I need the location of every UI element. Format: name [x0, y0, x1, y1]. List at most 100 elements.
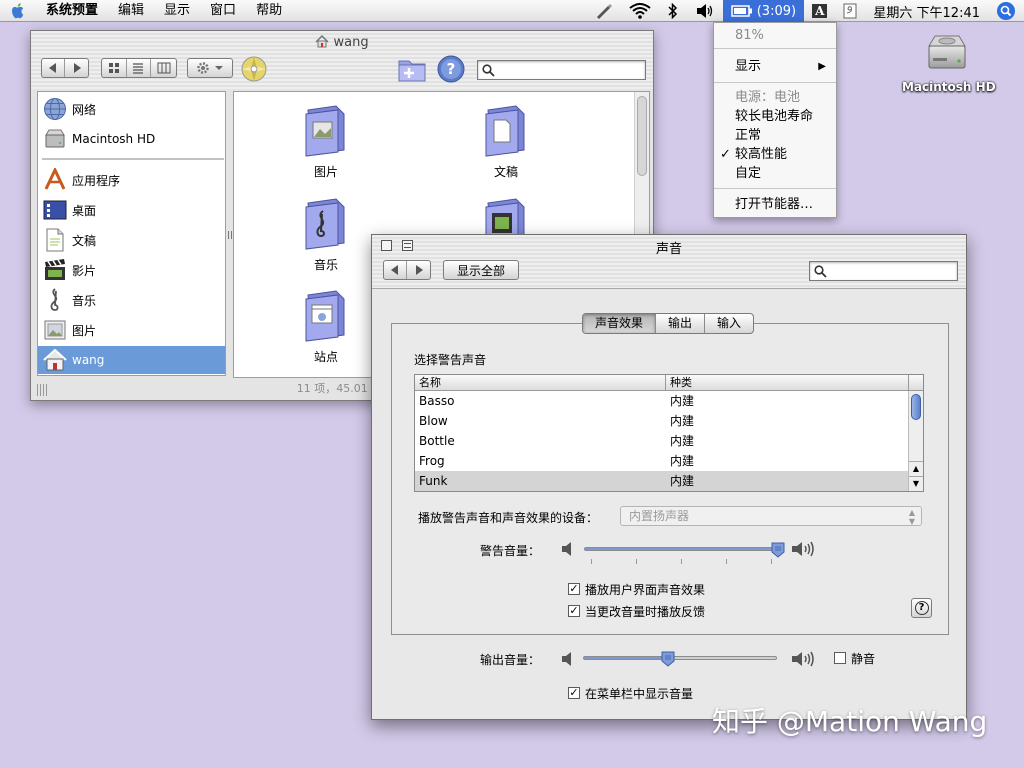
sidebar-item-home[interactable]: wang [38, 346, 225, 374]
menu-item-custom[interactable]: 自定 [714, 164, 836, 183]
mute-label[interactable]: 静音 [851, 650, 875, 667]
help-globe-icon[interactable]: ? [437, 55, 465, 83]
ui-effects-checkbox[interactable]: ✓ [568, 583, 580, 595]
menubar-clock[interactable]: 星期六 下午12:41 [865, 0, 988, 22]
show-all-button[interactable]: 显示全部 [443, 260, 519, 280]
view-mode-group [101, 58, 177, 78]
back-arrow-icon [49, 63, 56, 73]
cell-kind: 内建 [670, 454, 695, 468]
bluetooth-icon[interactable] [659, 0, 687, 22]
feedback-checkbox[interactable]: ✓ [568, 605, 580, 617]
sidebar-item-applications[interactable]: 应用程序 [38, 166, 225, 194]
sidebar-item-movies[interactable]: 影片 [38, 256, 225, 284]
table-row[interactable]: Blow 内建 [415, 411, 909, 431]
menu-help[interactable]: 帮助 [246, 0, 292, 22]
cell-kind: 内建 [670, 434, 695, 448]
scroll-thumb[interactable] [637, 96, 647, 176]
volume-icon[interactable] [687, 0, 723, 22]
wifi-icon[interactable] [621, 0, 659, 22]
search-icon [482, 64, 495, 77]
scroll-thumb[interactable] [911, 394, 921, 420]
music-note-icon [42, 287, 68, 313]
table-vertical-scrollbar[interactable]: ▲ ▼ [908, 391, 923, 491]
prefs-forward-button[interactable] [407, 261, 430, 279]
column-header-kind[interactable]: 种类 [670, 375, 692, 390]
column-header-divider [908, 375, 909, 390]
desktop-hd-icon[interactable]: Macintosh HD [902, 30, 996, 94]
menu-system-prefs[interactable]: 系统预置 [36, 0, 108, 22]
new-folder-icon[interactable] [395, 53, 429, 85]
cell-kind: 内建 [670, 394, 695, 408]
script-menu-icon[interactable] [587, 0, 621, 22]
folder-documents[interactable]: 文稿 [461, 102, 551, 180]
input-method-icon[interactable] [835, 0, 865, 22]
sound-window-title: 声音 [655, 242, 682, 257]
prefs-back-button[interactable] [384, 261, 407, 279]
tab-input[interactable]: 输入 [705, 314, 753, 333]
scroll-up-arrow-icon[interactable]: ▲ [909, 461, 923, 475]
action-menu-button[interactable] [187, 58, 233, 78]
output-volume-thumb[interactable] [661, 651, 675, 667]
play-device-value: 内置扬声器 [629, 509, 690, 523]
sidebar-item-music[interactable]: 音乐 [38, 286, 225, 314]
spotlight-icon[interactable] [988, 0, 1024, 22]
sidebar-item-documents[interactable]: 文稿 [38, 226, 225, 254]
search-icon [814, 265, 827, 278]
menu-item-better-performance[interactable]: ✓ 较高性能 [714, 145, 836, 164]
folder-sites[interactable]: 站点 [281, 287, 371, 365]
back-button[interactable] [42, 59, 65, 77]
battery-menu[interactable]: (3:09) [722, 0, 805, 22]
sidebar-item-network[interactable]: 网络 [38, 95, 225, 123]
sidebar-item-macintosh-hd[interactable]: Macintosh HD [38, 125, 225, 153]
sidebar-item-desktop[interactable]: 桌面 [38, 196, 225, 224]
folder-pictures[interactable]: 图片 [281, 102, 371, 180]
burn-disc-icon[interactable] [241, 56, 267, 82]
prefs-search-input[interactable] [809, 261, 958, 281]
forward-button[interactable] [65, 59, 88, 77]
tab-output[interactable]: 输出 [656, 314, 706, 333]
ui-effects-label[interactable]: 播放用户界面声音效果 [585, 581, 705, 598]
column-header-name[interactable]: 名称 [419, 375, 441, 390]
choose-alert-label: 选择警告声音 [414, 353, 487, 367]
input-menu-a[interactable]: A [804, 0, 835, 22]
sound-tab-bar: 声音效果 输出 输入 [582, 313, 755, 334]
sound-titlebar[interactable]: 声音 显示全部 [372, 235, 966, 289]
table-row[interactable]: Bottle 内建 [415, 431, 909, 451]
cell-name: Funk [419, 474, 448, 488]
tab-sound-effects[interactable]: 声音效果 [583, 314, 657, 333]
menu-window[interactable]: 窗口 [200, 0, 246, 22]
show-volume-menubar-checkbox[interactable]: ✓ [568, 687, 580, 699]
list-view-button[interactable] [127, 59, 152, 77]
column-view-button[interactable] [151, 59, 176, 77]
table-row[interactable]: Basso 内建 [415, 391, 909, 411]
scroll-down-arrow-icon[interactable]: ▼ [909, 476, 923, 490]
help-button[interactable]: ? [911, 598, 932, 618]
finder-search-input[interactable] [477, 60, 646, 80]
feedback-label[interactable]: 当更改音量时播放反馈 [585, 603, 705, 620]
resize-grip[interactable] [37, 384, 49, 396]
table-row[interactable]: Frog 内建 [415, 451, 909, 471]
finder-title-text: wang [333, 35, 369, 50]
menu-item-normal[interactable]: 正常 [714, 126, 836, 145]
output-volume-slider[interactable] [583, 656, 777, 660]
menu-view[interactable]: 显示 [154, 0, 200, 22]
sidebar-resize-handle[interactable] [228, 231, 232, 239]
power-source-label: 电源：电池 [735, 90, 801, 105]
picture-icon [42, 317, 68, 343]
alert-volume-thumb[interactable] [771, 542, 785, 558]
folder-music[interactable]: 音乐 [281, 195, 371, 273]
icon-view-button[interactable] [102, 59, 127, 77]
submenu-arrow-icon: ▶ [818, 61, 826, 72]
menu-item-show[interactable]: 显示 ▶ [714, 57, 836, 76]
column-header-divider [665, 375, 666, 390]
table-row-selected[interactable]: Funk 内建 [415, 471, 909, 491]
sidebar-item-pictures[interactable]: 图片 [38, 316, 225, 344]
show-volume-menubar-label[interactable]: 在菜单栏中显示音量 [585, 685, 693, 702]
apple-menu-icon[interactable] [0, 2, 36, 19]
finder-titlebar[interactable]: wang ? [31, 31, 653, 89]
mute-checkbox[interactable] [834, 652, 846, 664]
menu-edit[interactable]: 编辑 [108, 0, 154, 22]
menu-item-open-energy-saver[interactable]: 打开节能器… [714, 195, 836, 214]
menu-item-better-battery[interactable]: 较长电池寿命 [714, 107, 836, 126]
alert-volume-slider[interactable] [584, 547, 778, 551]
